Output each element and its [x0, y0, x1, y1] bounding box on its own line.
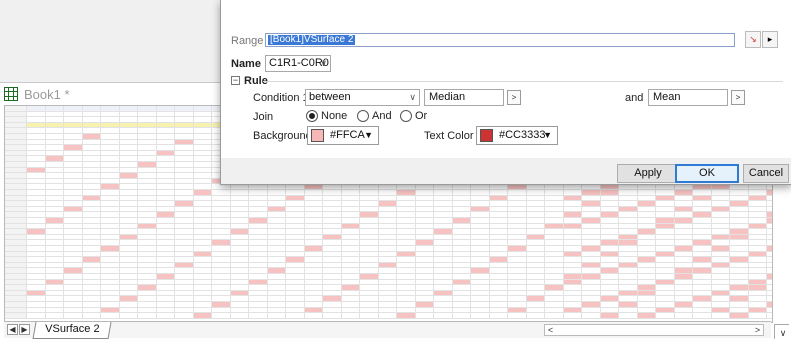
table-cell[interactable] — [674, 313, 693, 319]
apply-button[interactable]: Apply — [617, 164, 679, 183]
table-cell[interactable] — [341, 313, 360, 319]
workbook-icon — [4, 87, 18, 101]
table-cell[interactable] — [304, 313, 323, 319]
table-cell[interactable] — [397, 313, 416, 319]
ok-button[interactable]: OK — [675, 164, 739, 183]
background-color-value: #FFCA — [330, 129, 365, 141]
condition-value: between — [309, 91, 351, 103]
and-label: and — [625, 92, 644, 104]
table-cell[interactable] — [489, 313, 508, 319]
dropdown-arrow-icon: ▼ — [543, 130, 552, 140]
table-cell[interactable] — [452, 313, 471, 319]
table-cell[interactable] — [582, 313, 601, 319]
range-select-icon[interactable]: ↘ — [745, 31, 761, 48]
prev-sheet-button[interactable]: ◀ — [7, 324, 18, 335]
table-cell[interactable] — [748, 313, 767, 319]
table-cell[interactable] — [27, 313, 46, 319]
table-cell[interactable] — [323, 313, 342, 319]
range-label: Range — [231, 35, 264, 47]
table-cell[interactable] — [508, 313, 527, 319]
table-cell[interactable] — [378, 313, 397, 319]
text-color-value: #CC3333 — [499, 129, 546, 141]
next-sheet-button[interactable]: ▶ — [19, 324, 30, 335]
value2-input[interactable]: Mean — [648, 89, 728, 106]
resize-grip[interactable] — [774, 324, 789, 339]
table-cell[interactable] — [82, 313, 101, 319]
join-and-radio[interactable] — [357, 110, 369, 122]
join-and-label: And — [372, 110, 392, 122]
text-color-dropdown[interactable]: #CC3333 ▼ — [476, 126, 558, 145]
join-none-label: None — [321, 110, 348, 122]
table-cell[interactable] — [249, 313, 268, 319]
table-cell[interactable] — [693, 313, 712, 319]
chevron-down-icon: ∨ — [320, 58, 327, 68]
table-cell[interactable] — [212, 313, 231, 319]
dropdown-arrow-icon: ▼ — [364, 130, 373, 140]
table-cell[interactable] — [138, 313, 157, 319]
table-cell[interactable] — [619, 313, 638, 319]
cancel-button[interactable]: Cancel — [743, 164, 789, 183]
table-cell[interactable] — [230, 313, 249, 319]
name-label: Name — [231, 58, 261, 70]
condition-label: Condition 1 — [253, 92, 309, 104]
workbook-title: Book1 * — [24, 86, 70, 102]
value1-input[interactable]: Median — [424, 89, 504, 106]
text-color-swatch — [480, 129, 493, 142]
scroll-right-icon[interactable]: > — [752, 325, 763, 335]
condition-dropdown[interactable]: between ∨ — [305, 89, 420, 106]
table-cell[interactable] — [64, 313, 83, 319]
table-cell[interactable] — [415, 313, 434, 319]
table-cell[interactable] — [526, 313, 545, 319]
conditional-format-dialog: Range [Book1]VSurface 2 ↘ ▸ Name C1R1-C0… — [220, 0, 791, 185]
background-label: Background — [253, 130, 312, 142]
table-cell[interactable] — [656, 313, 675, 319]
table-cell[interactable] — [119, 313, 138, 319]
scroll-left-icon[interactable]: < — [545, 325, 556, 335]
value2-picker-button[interactable]: > — [731, 90, 745, 105]
background-swatch — [311, 129, 324, 142]
sheet-tab-bar: ◀ ▶ VSurface 2 < > — [4, 321, 771, 339]
table-cell[interactable] — [101, 313, 120, 319]
table-cell[interactable] — [637, 313, 656, 319]
name-dropdown[interactable]: C1R1-C0R0 ∨ — [265, 55, 331, 72]
table-cell[interactable] — [267, 313, 286, 319]
workbook-title-bar: Book1 * — [4, 83, 70, 105]
table-cell[interactable] — [730, 313, 749, 319]
table-cell[interactable] — [600, 313, 619, 319]
range-expand-icon[interactable]: ▸ — [762, 31, 778, 48]
table-cell[interactable] — [563, 313, 582, 319]
value1-picker-button[interactable]: > — [507, 90, 521, 105]
join-or-radio[interactable] — [400, 110, 412, 122]
chevron-down-icon: ∨ — [409, 92, 416, 102]
table-cell[interactable] — [175, 313, 194, 319]
table-cell[interactable] — [45, 313, 64, 319]
table-cell[interactable] — [193, 313, 212, 319]
table-cell[interactable] — [545, 313, 564, 319]
text-color-label: Text Color — [424, 130, 474, 142]
table-cell[interactable] — [360, 313, 379, 319]
table-cell[interactable] — [471, 313, 490, 319]
table-cell[interactable] — [156, 313, 175, 319]
horizontal-scrollbar[interactable]: < > — [544, 324, 764, 336]
table-cell[interactable] — [711, 313, 730, 319]
collapse-icon[interactable]: − — [231, 76, 240, 85]
row-header[interactable] — [5, 313, 27, 319]
table-cell[interactable] — [434, 313, 453, 319]
join-or-label: Or — [415, 110, 428, 122]
rule-divider — [263, 81, 783, 82]
range-input[interactable]: [Book1]VSurface 2 — [265, 33, 735, 47]
sheet-tab-label: VSurface 2 — [45, 323, 100, 335]
table-cell[interactable] — [767, 313, 772, 319]
table-cell[interactable] — [286, 313, 305, 319]
join-label: Join — [253, 111, 274, 123]
join-none-radio[interactable] — [306, 110, 318, 122]
background-color-dropdown[interactable]: #FFCA ▼ — [307, 126, 379, 145]
range-value: [Book1]VSurface 2 — [268, 34, 356, 45]
sheet-tab-vsurface-2[interactable]: VSurface 2 — [32, 322, 112, 339]
